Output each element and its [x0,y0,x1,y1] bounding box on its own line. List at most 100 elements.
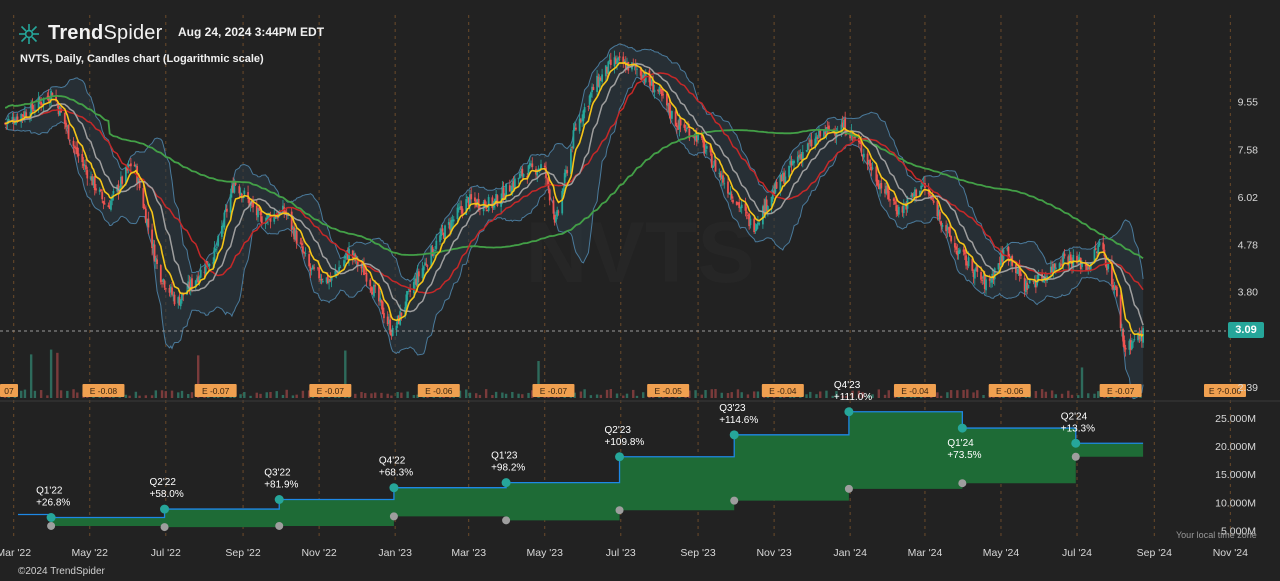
bollinger-fill [5,43,1144,399]
candle-body-550 [963,249,966,255]
volume-bar-621 [1087,393,1090,398]
candle-body-240 [422,266,425,271]
candle-body-34 [63,112,66,124]
candle-body-564 [988,278,991,281]
brand-name: TrendSpider [48,22,162,45]
timezone-note: Your local time zone [1176,530,1257,540]
candle-body-47 [85,165,87,170]
volume-bar-234 [412,395,416,398]
volume-bar-459 [805,394,808,398]
volume-bar-156 [275,391,278,398]
volume-bar-75 [134,391,138,398]
volume-bar-105 [187,394,190,398]
volume-bar-222 [390,395,393,398]
volume-bar-339 [595,394,599,398]
candle-body-390 [684,129,687,132]
earnings-label-3: E -0.07 [317,386,345,396]
candle-body-648 [1133,339,1136,341]
candle-body-448 [784,176,787,184]
volume-bar-285 [501,392,504,398]
volume-bar-27 [49,349,53,398]
candle-body-232 [407,289,410,291]
volume-bar-336 [589,395,593,398]
quarter-change-7: +111.0% [834,392,872,403]
earnings-markers: 07 E -0.08 E -0.07 E -0.07 E -0.06 E -0.07 E -… [0,384,1246,397]
candle-body-378 [662,94,665,96]
volume-bar-219 [386,393,389,398]
quarter-label-2: Q3'22 [264,468,291,479]
candle-body-629 [1102,242,1105,250]
volume-bar-207 [364,393,367,398]
candle-body-603 [1054,267,1057,270]
prior-revenue-dot-5 [615,506,624,515]
time-tick-8: Jul '23 [606,547,636,559]
quarter-label-7: Q4'23 [834,380,861,391]
volume-bar-108 [190,392,194,398]
candle-body-180 [318,267,321,279]
volume-bar-297 [521,394,524,398]
candle-body-83 [147,218,150,228]
volume-bar-414 [726,393,730,398]
quarter-label-0: Q1'22 [36,486,63,497]
candle-body-52 [93,175,96,191]
candle-body-559 [980,272,982,280]
candle-body-96 [171,287,173,295]
volume-bar-549 [962,389,965,398]
candle-body-373 [653,89,656,93]
candle-body-213 [374,285,377,287]
candle-body-421 [738,202,741,208]
volume-bar-72 [128,395,131,398]
volume-bar-231 [406,391,409,398]
revenue-tick-3: 10.000M [1215,497,1256,509]
volume-bar-396 [694,390,697,398]
revenue-dot-6 [729,430,739,440]
candle-body-124 [220,225,223,237]
price-tick-5: 2.39 [1238,382,1259,394]
candle-body-320 [562,188,565,192]
volume-bar-423 [740,392,743,398]
candle-body-323 [566,170,569,174]
volume-bar-471 [825,390,828,398]
candle-body-318 [557,211,560,213]
candle-body-425 [745,211,748,214]
candle-body-587 [1027,284,1030,289]
time-tick-7: May '23 [527,547,564,559]
candle-body-234 [412,282,415,294]
candle-body-548 [958,249,961,253]
candle-body-639 [1119,294,1122,329]
candle-body-336 [589,92,592,98]
brand-logo: TrendSpider [18,22,162,45]
revenue-dot-5 [615,452,625,462]
volume-bar-69 [124,394,128,398]
candle-body-98 [173,294,176,305]
prior-revenue-dot-0 [47,521,56,530]
candle-body-263 [461,208,464,214]
time-tick-0: Mar '22 [0,547,31,559]
candle-body-496 [869,159,871,167]
candle-body-383 [670,111,673,119]
candle-body-238 [417,271,420,277]
candle-body-563 [985,279,987,291]
candle-body-313 [548,189,551,201]
candle-body-243 [426,265,429,267]
revenue-dot-1 [160,504,170,514]
candle-body-251 [441,228,444,232]
candle-body-221 [389,319,392,334]
prior-revenue-dot-6 [730,496,739,505]
volume-bar-282 [494,391,498,398]
candle-body-247 [434,250,436,252]
candle-body-173 [304,253,307,254]
candle-body-298 [522,174,525,177]
candle-body-507 [887,190,890,200]
volume-bar-504 [883,394,887,398]
candle-body-333 [583,107,586,113]
candle-body-122 [215,247,218,249]
revenue-dot-0 [46,513,56,522]
candle-body-508 [889,199,891,201]
volume-bar-84 [150,395,154,398]
volume-bar-591 [1034,391,1038,398]
quarter-label-1: Q2'22 [150,477,177,488]
candle-body-314 [552,200,555,214]
candle-body-556 [973,269,976,279]
volume-bar-402 [704,390,707,398]
